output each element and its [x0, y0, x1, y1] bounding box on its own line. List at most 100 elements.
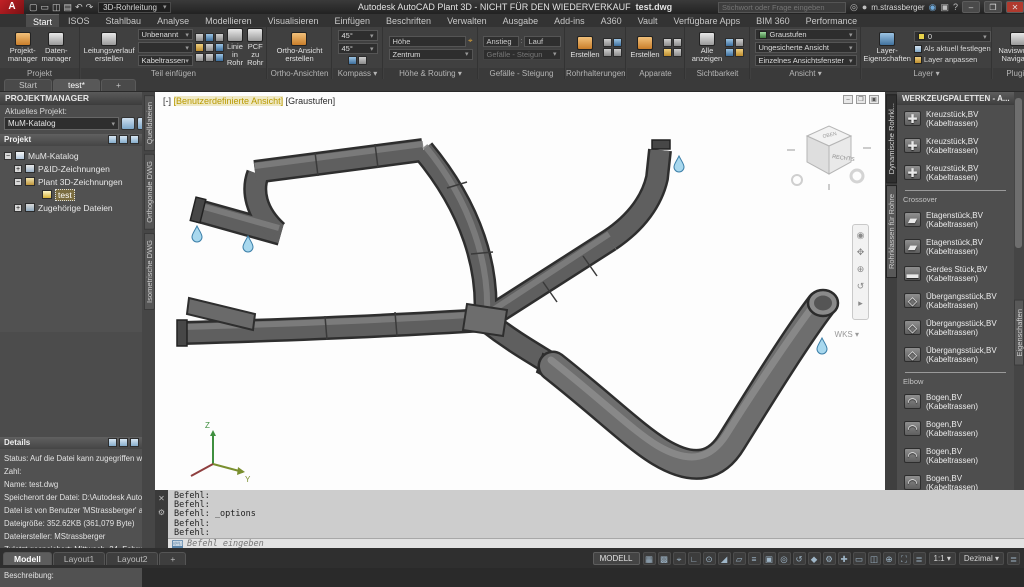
datenmanager-button[interactable]: Daten- manager: [41, 32, 73, 63]
units-dropdown[interactable]: Dezimal ▾: [959, 552, 1004, 565]
autodesk-logo[interactable]: A: [0, 0, 24, 14]
graphics-performance-icon[interactable]: ⊕: [883, 552, 896, 565]
3d-osnap-icon[interactable]: ↺: [793, 552, 806, 565]
leitungsnummer-combo[interactable]: Unbenannt▾: [138, 29, 193, 40]
tool-palettes-header[interactable]: WERKZEUGPALETTEN - A...: [897, 92, 1014, 105]
lineweight-icon[interactable]: ≡: [748, 552, 761, 565]
panel-title[interactable]: Sichtbarkeit: [686, 68, 749, 79]
ribbon-tab[interactable]: Modellieren: [198, 14, 259, 27]
cable-tray-model[interactable]: OBEN RECHTS Z Y: [155, 92, 885, 490]
search-binoculars-icon[interactable]: ◎: [850, 2, 858, 13]
viewport-config-combo[interactable]: Einzelnes Ansichtsfenster▾: [755, 55, 857, 66]
customize-icon[interactable]: ≣: [913, 552, 926, 565]
clean-screen-icon[interactable]: ⛶: [898, 552, 911, 565]
zoom-icon[interactable]: ⊕: [857, 264, 865, 275]
file-tab[interactable]: test*: [53, 79, 100, 91]
kompass-angle-2[interactable]: 45°▾: [338, 43, 378, 54]
isolate-objects-icon[interactable]: ◫: [868, 552, 881, 565]
customize-menu-icon[interactable]: ≣: [1007, 552, 1020, 565]
palette-item-bogen[interactable]: ◠ Bogen,BV (Kabeltrassen): [897, 388, 1014, 415]
hoehe-field[interactable]: Höhe: [389, 36, 466, 47]
ribbon-tab[interactable]: BIM 360: [749, 14, 797, 27]
palette-item-crossover[interactable]: ◇ Übergangsstück,BV (Kabeltrassen): [897, 341, 1014, 368]
expander-icon[interactable]: −: [14, 178, 22, 186]
palette-item-kreuzstueck[interactable]: ✚ Kreuzstück,BV (Kabeltrassen): [897, 159, 1014, 186]
ribbon-tab[interactable]: Visualisieren: [261, 14, 326, 27]
navisworks-button[interactable]: Navisworks Navigator: [997, 32, 1024, 63]
viewcube[interactable]: OBEN RECHTS: [787, 126, 871, 190]
layout-tab[interactable]: Layout1: [53, 552, 105, 565]
ribbon-tab[interactable]: Analyse: [150, 14, 196, 27]
open-file-icon[interactable]: ▭: [41, 2, 50, 13]
panel-title[interactable]: Apparate: [627, 68, 684, 79]
pcf-zu-rohr-button[interactable]: PCF zu Rohr: [246, 28, 264, 67]
view-combo[interactable]: Ungesicherte Ansicht▾: [755, 42, 857, 53]
visual-style-combo[interactable]: Graustufen▾: [755, 29, 857, 40]
palette-item-crossover[interactable]: ▰ Etagenstück,BV (Kabeltrassen): [897, 233, 1014, 260]
panel-title[interactable]: Layer ▾: [862, 68, 991, 79]
ribbon-tab[interactable]: Verwalten: [440, 14, 494, 27]
palette-item-kreuzstueck[interactable]: ✚ Kreuzstück,BV (Kabeltrassen): [897, 132, 1014, 159]
expander-icon[interactable]: +: [14, 165, 22, 173]
refresh-project-icon[interactable]: [121, 117, 135, 130]
file-tab[interactable]: +: [101, 79, 136, 91]
command-history[interactable]: Befehl:Befehl:Befehl: _optionsBefehl:Bef…: [168, 490, 1024, 538]
workspace-gear-icon[interactable]: ⚙: [823, 552, 836, 565]
lauf-field[interactable]: Lauf: [524, 36, 560, 47]
tab-dynamische-rohrklassen[interactable]: Dynamische Rohrkl...: [886, 94, 897, 183]
rohrhalterung-tools-grid[interactable]: [603, 38, 622, 57]
details-collapse-icon[interactable]: [130, 438, 139, 447]
panel-title[interactable]: Plugin: [993, 68, 1024, 79]
file-tab[interactable]: Start: [4, 79, 52, 91]
undo-icon[interactable]: ↶: [75, 2, 83, 13]
tab-isometrische-dwg[interactable]: Isometrische DWG: [144, 233, 155, 310]
view-control[interactable]: [Benutzerdefinierte Ansicht]: [174, 96, 284, 106]
palette-item-crossover[interactable]: ◇ Übergangsstück,BV (Kabeltrassen): [897, 314, 1014, 341]
ribbon-tab[interactable]: Stahlbau: [99, 14, 149, 27]
panel-title[interactable]: Kompass ▾: [333, 68, 382, 79]
polar-tracking-icon[interactable]: ⊙: [703, 552, 716, 565]
panel-title[interactable]: Teil einfügen: [81, 68, 266, 79]
viewport-menu-control[interactable]: [-]: [163, 96, 171, 106]
palette-item-crossover[interactable]: ▰ Etagenstück,BV (Kabeltrassen): [897, 206, 1014, 233]
close-command-icon[interactable]: ✕: [158, 494, 165, 503]
annotation-monitor-icon[interactable]: ✚: [838, 552, 851, 565]
refresh-icon[interactable]: [119, 135, 128, 144]
model-space-button[interactable]: MODELL: [593, 552, 640, 565]
visual-style-control[interactable]: [Graustufen]: [286, 96, 336, 106]
ribbon-tab[interactable]: Start: [26, 14, 59, 27]
dynamic-input-icon[interactable]: ⌖: [673, 552, 686, 565]
apparat-erstellen-button[interactable]: Erstellen: [629, 36, 660, 59]
save-icon[interactable]: ◫: [52, 2, 61, 13]
details-tool2-icon[interactable]: [119, 438, 128, 447]
redo-icon[interactable]: ↷: [86, 2, 94, 13]
layer-eigenschaften-button[interactable]: Layer- Eigenschaften: [862, 32, 912, 63]
ortho-ansicht-button[interactable]: Ortho-Ansicht erstellen: [276, 32, 324, 63]
viewport-controls[interactable]: [-] [Benutzerdefinierte Ansicht] [Graust…: [163, 96, 335, 106]
palette-item-bogen[interactable]: ◠ Bogen,BV (Kabeltrassen): [897, 442, 1014, 469]
als-aktuell-festlegen-button[interactable]: Als aktuell festlegen: [914, 44, 991, 53]
teiltyp-combo[interactable]: ▾: [138, 42, 193, 53]
panel-title[interactable]: Höhe & Routing ▾: [384, 68, 477, 79]
plot-icon[interactable]: ▤: [64, 2, 73, 13]
apparate-tools-grid[interactable]: [663, 38, 682, 57]
new-drawing-icon[interactable]: [108, 135, 117, 144]
kompass-angle-1[interactable]: 45°▾: [338, 30, 378, 41]
tree-row-plant3d[interactable]: − Plant 3D-Zeichnungen: [14, 175, 142, 188]
help-icon[interactable]: ?: [953, 2, 958, 12]
tree-row-root[interactable]: − MuM-Katalog: [4, 149, 142, 162]
panel-title[interactable]: Projekt: [0, 68, 79, 79]
command-tools-icon[interactable]: ⚙: [158, 508, 165, 517]
palette-item-kreuzstueck[interactable]: ✚ Kreuzstück,BV (Kabeltrassen): [897, 105, 1014, 132]
ribbon-tab[interactable]: Beschriften: [379, 14, 438, 27]
layout-tab[interactable]: Layout2: [106, 552, 158, 565]
layout-tab[interactable]: +: [159, 552, 186, 565]
isoplane-icon[interactable]: ▱: [733, 552, 746, 565]
annotation-scale-dropdown[interactable]: 1:1 ▾: [929, 552, 956, 565]
grid-icon[interactable]: ▦: [643, 552, 656, 565]
a360-icon[interactable]: ◉: [929, 2, 937, 13]
tab-rohrklassen[interactable]: Rohrklassen für Rohre: [886, 185, 897, 278]
dynamic-ucs-icon[interactable]: ◆: [808, 552, 821, 565]
palette-item-crossover[interactable]: ▬ Gerdes Stück,BV (Kabeltrassen): [897, 260, 1014, 287]
project-manager-header[interactable]: PROJEKTMANAGER: [0, 92, 155, 105]
